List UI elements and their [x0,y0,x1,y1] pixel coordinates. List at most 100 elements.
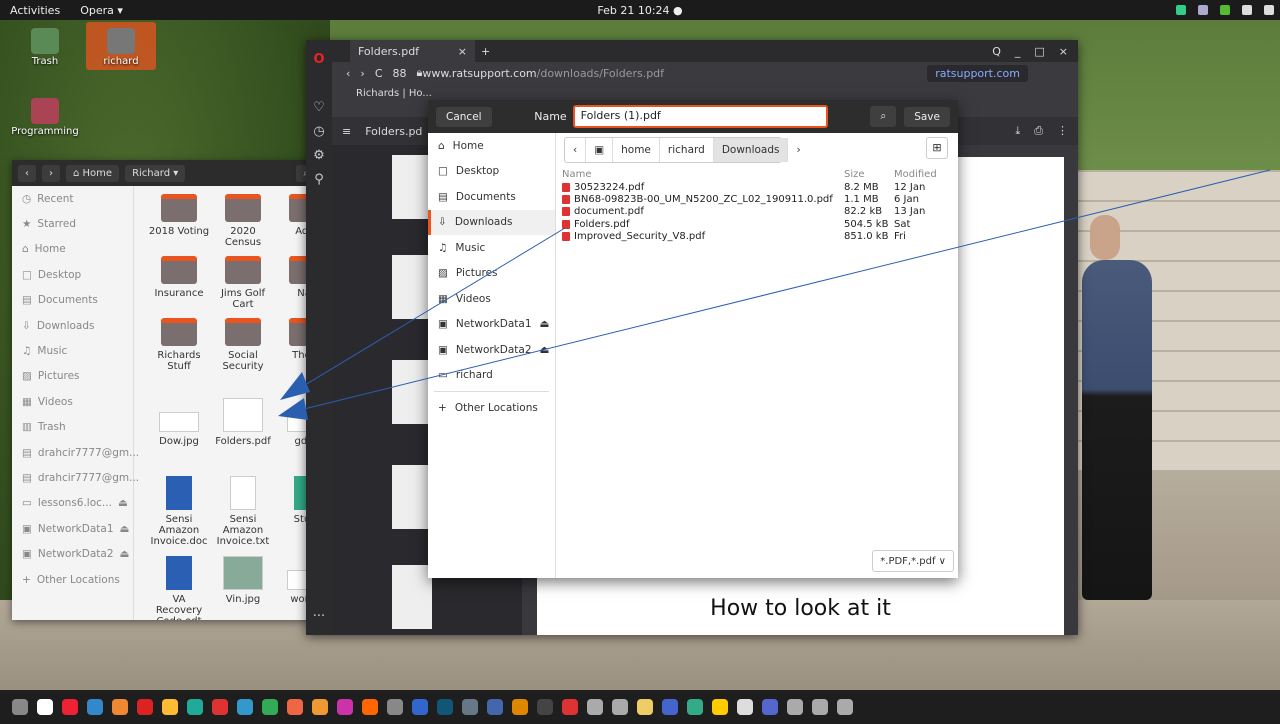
sidebar-item-lessons[interactable]: ▭ lessons6.loc... ⏏ [12,491,133,516]
dock-app-icon[interactable] [112,699,128,715]
list-item[interactable]: BN68-09823B-00_UM_N5200_ZC_L02_190911.0.… [556,193,958,205]
sidebar-item-starred[interactable]: ★ Starred [12,211,133,236]
heart-icon[interactable]: ♡ [306,96,332,120]
place-networkdata1[interactable]: ▣ NetworkData1 ⏏ [428,312,555,338]
place-networkdata2[interactable]: ▣ NetworkData2 ⏏ [428,337,555,363]
minimize-button[interactable]: _ [1015,45,1021,58]
desktop-icon-home[interactable]: richard [86,22,156,70]
menu-icon[interactable]: ≡ [342,125,351,138]
crumb-back[interactable]: ‹ [565,138,587,162]
dock-app-icon[interactable] [512,699,528,715]
dock-app-icon[interactable] [787,699,803,715]
column-modified[interactable]: Modified [894,169,942,180]
page-thumbnail[interactable] [392,565,432,629]
dock-app-icon[interactable] [462,699,478,715]
dock-app-icon[interactable] [812,699,828,715]
file-item[interactable]: Sensi Amazon Invoice.txt [212,476,274,547]
dock-app-icon[interactable] [737,699,753,715]
crumb-downloads[interactable]: Downloads [713,138,789,162]
dock-app-icon[interactable] [62,699,78,715]
dock-app-icon[interactable] [162,699,178,715]
search-tabs-button[interactable]: Q [992,45,1001,58]
dock-app-icon[interactable] [562,699,578,715]
place-music[interactable]: ♫ Music [428,235,555,261]
activities-button[interactable]: Activities [10,4,60,17]
print-icon[interactable]: ⎙ [1034,124,1043,138]
desktop-icon-trash[interactable]: Trash [10,28,80,67]
more-icon[interactable]: ··· [306,605,332,629]
sidebar-item-other-locations[interactable]: + Other Locations [12,567,133,592]
download-icon[interactable]: ⤓ [1015,124,1020,138]
page-thumbnail[interactable] [392,465,432,529]
page-thumbnail[interactable] [392,255,432,319]
dock-app-icon[interactable] [587,699,603,715]
file-type-filter[interactable]: *.PDF,*.pdf ∨ [872,550,954,572]
sidebar-item-downloads[interactable]: ⇩ Downloads [12,313,133,338]
dock-app-icon[interactable] [687,699,703,715]
dock-app-icon[interactable] [487,699,503,715]
file-item[interactable]: Jims Golf Cart [212,256,274,310]
list-item[interactable]: document.pdf 82.2 kB 13 Jan [556,206,958,218]
filename-input[interactable]: Folders (1).pdf [572,105,828,128]
file-item[interactable]: Richards Stuff [148,318,210,372]
dock-app-icon[interactable] [437,699,453,715]
volume-icon[interactable] [1264,5,1274,15]
settings-icon[interactable]: ⚙ [306,144,332,168]
location-icon[interactable]: ⚲ [306,168,332,192]
place-richard[interactable]: ▭ richard [428,363,555,389]
dock-app-icon[interactable] [362,699,378,715]
tray-icon[interactable] [1220,5,1230,15]
account-chip[interactable]: ratsupport.com [927,64,1028,82]
dock-app-icon[interactable] [637,699,653,715]
drive-icon[interactable]: ▣ [586,138,614,162]
dock-app-icon[interactable] [262,699,278,715]
tray-icon[interactable] [1198,5,1208,15]
place-other-locations[interactable]: + Other Locations [428,395,555,421]
cancel-button[interactable]: Cancel [436,106,492,127]
back-icon[interactable]: ‹ [346,67,350,80]
eject-icon[interactable]: ⏏ [120,548,130,560]
crumb-forward[interactable]: › [788,138,808,162]
file-item[interactable]: Vin.jpg [212,556,274,605]
dock-app-icon[interactable] [337,699,353,715]
file-item[interactable]: 2020 Census [212,194,274,248]
eject-icon[interactable]: ⏏ [118,497,128,509]
column-size[interactable]: Size [844,169,894,180]
close-window-button[interactable]: × [1059,45,1068,58]
forward-icon[interactable]: › [360,67,364,80]
path-current[interactable]: Richard ▾ [125,164,186,182]
sidebar-item-documents[interactable]: ▤ Documents [12,288,133,313]
history-icon[interactable]: ◷ [306,120,332,144]
file-item[interactable]: Dow.jpg [148,398,210,447]
new-tab-button[interactable]: + [481,45,490,58]
app-menu[interactable]: Opera ▾ [80,4,123,17]
sidebar-item-networkdata2[interactable]: ▣ NetworkData2 ⏏ [12,541,133,566]
dock-app-icon[interactable] [237,699,253,715]
dock-app-icon[interactable] [87,699,103,715]
opera-logo-icon[interactable]: O [306,48,332,72]
sidebar-item-desktop[interactable]: □ Desktop [12,262,133,287]
reload-icon[interactable]: C [375,67,383,80]
list-item[interactable]: Improved_Security_V8.pdf 851.0 kB Fri [556,231,958,243]
wifi-icon[interactable] [1242,5,1252,15]
dock-app-icon[interactable] [662,699,678,715]
place-documents[interactable]: ▤ Documents [428,184,555,210]
speed-dial-icon[interactable]: 88 [393,67,407,80]
eject-icon[interactable]: ⏏ [540,344,550,356]
dock-app-icon[interactable] [762,699,778,715]
sidebar-item-networkdata1[interactable]: ▣ NetworkData1 ⏏ [12,516,133,541]
file-item[interactable]: VA Recovery Code.odt [148,556,210,620]
sidebar-item-music[interactable]: ♫ Music [12,338,133,363]
dock-app-icon[interactable] [387,699,403,715]
dock-app-icon[interactable] [712,699,728,715]
dock-app-icon[interactable] [137,699,153,715]
new-folder-button[interactable]: ⊞ [926,137,948,159]
file-item[interactable]: Sensi Amazon Invoice.doc [148,476,210,547]
sidebar-item-home[interactable]: ⌂ Home [12,237,133,262]
place-home[interactable]: ⌂ Home [428,133,555,159]
dock-app-icon[interactable] [187,699,203,715]
crumb-home[interactable]: home [613,138,660,162]
page-thumbnail[interactable] [392,360,432,424]
place-videos[interactable]: ▦ Videos [428,286,555,312]
sidebar-item-drive-1[interactable]: ▤ drahcir7777@gm... [12,440,139,465]
